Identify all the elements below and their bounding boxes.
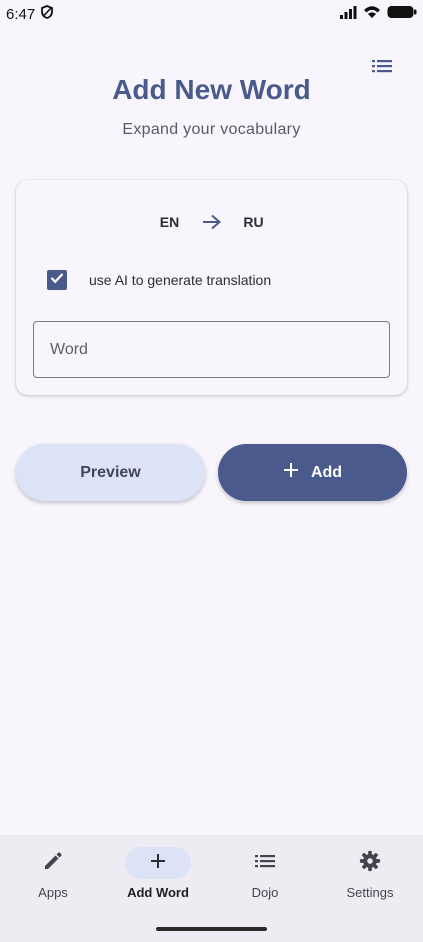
check-icon	[50, 271, 64, 289]
page-title: Add New Word	[112, 74, 311, 105]
status-right	[339, 5, 417, 23]
status-time: 6:47	[6, 5, 36, 23]
nav-label-settings: Settings	[346, 885, 394, 900]
status-left: 6:47	[6, 5, 54, 23]
add-word-card: EN RU use AI to generate translation Wor…	[16, 180, 407, 395]
nav-label-apps: Apps	[38, 885, 68, 900]
pencil-icon	[43, 851, 63, 876]
plus-icon	[283, 462, 299, 483]
nav-icon-container	[20, 847, 86, 879]
add-button[interactable]: Add	[218, 444, 407, 501]
nav-label-add-word: Add Word	[127, 885, 189, 900]
ai-translation-row: use AI to generate translation	[47, 269, 271, 291]
target-language[interactable]: RU	[232, 214, 276, 230]
nav-item-add-word[interactable]: Add Word	[105, 847, 211, 907]
language-pair: EN RU	[16, 210, 407, 234]
plus-icon	[150, 853, 166, 874]
nav-item-settings[interactable]: Settings	[317, 847, 423, 907]
nav-icon-container	[337, 847, 403, 879]
gear-icon	[359, 850, 381, 877]
shield-icon	[41, 5, 54, 23]
page-subtitle: Expand your vocabulary	[122, 121, 301, 138]
preview-button[interactable]: Preview	[16, 444, 205, 501]
preview-button-label: Preview	[80, 463, 141, 481]
home-indicator[interactable]	[156, 927, 267, 931]
list-icon	[255, 854, 275, 873]
nav-item-dojo[interactable]: Dojo	[212, 847, 318, 907]
nav-item-apps[interactable]: Apps	[0, 847, 106, 907]
source-language[interactable]: EN	[148, 214, 192, 230]
word-input[interactable]: Word	[33, 321, 390, 378]
nav-icon-container	[232, 847, 298, 879]
signal-icon	[339, 5, 357, 23]
add-button-label: Add	[310, 463, 343, 481]
nav-icon-container-active	[125, 847, 191, 879]
wifi-icon	[363, 5, 381, 23]
word-input-placeholder: Word	[50, 340, 88, 358]
status-bar: 6:47	[0, 0, 423, 28]
ai-translation-checkbox[interactable]	[47, 270, 67, 290]
bottom-navigation: Apps Add Word Dojo Settings	[0, 835, 423, 942]
ai-translation-label: use AI to generate translation	[89, 272, 272, 288]
battery-icon	[387, 5, 417, 23]
arrow-right-icon[interactable]	[192, 214, 232, 230]
nav-label-dojo: Dojo	[251, 885, 279, 900]
